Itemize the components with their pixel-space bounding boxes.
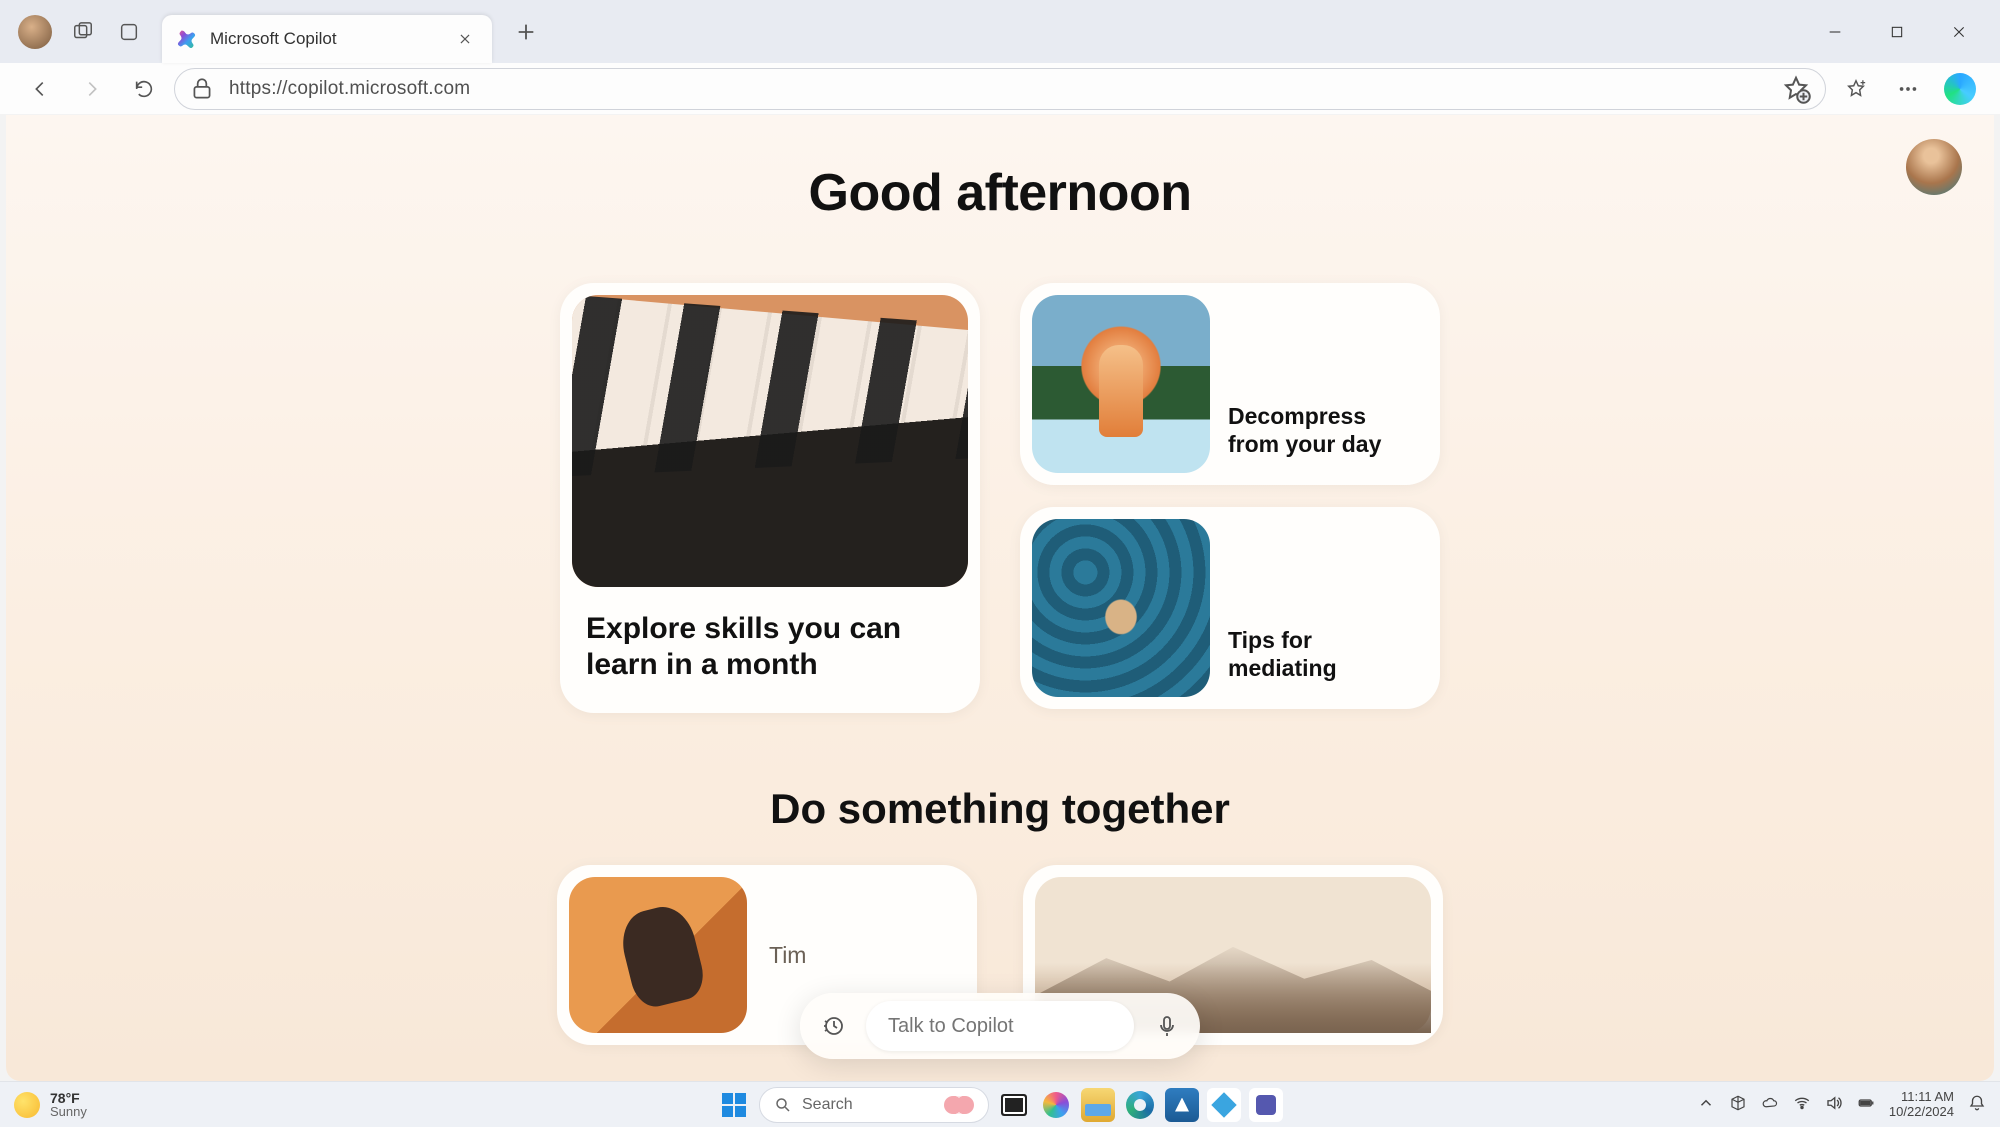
talk-to-copilot-bar	[800, 993, 1200, 1059]
page-content: Good afternoon Explore skills you can le…	[6, 115, 1994, 1081]
card-image	[572, 295, 968, 587]
card-title: Decompress from your day	[1228, 402, 1428, 474]
minimize-button[interactable]	[1804, 8, 1866, 56]
window-titlebar: Microsoft Copilot	[0, 0, 2000, 63]
card-title: Explore skills you can learn in a month	[586, 611, 958, 683]
piano-image	[572, 295, 968, 587]
runner-image	[569, 877, 747, 1033]
weather-text: 78°F Sunny	[50, 1091, 87, 1118]
browser-tab[interactable]: Microsoft Copilot	[162, 15, 492, 63]
search-highlight-icon	[944, 1096, 974, 1114]
address-bar[interactable]: https://copilot.microsoft.com	[174, 68, 1826, 110]
taskbar-copilot-button[interactable]	[1039, 1088, 1073, 1122]
account-avatar[interactable]	[1906, 139, 1962, 195]
start-button[interactable]	[717, 1088, 751, 1122]
section-title: Do something together	[6, 785, 1994, 833]
hand-water-image	[1032, 519, 1210, 697]
window-caption-buttons	[1804, 8, 1990, 56]
weather-temp: 78°F	[50, 1091, 87, 1105]
more-menu-button[interactable]	[1886, 67, 1930, 111]
browser-toolbar: https://copilot.microsoft.com	[0, 63, 2000, 115]
sun-icon	[14, 1092, 40, 1118]
system-tray: 11:11 AM 10/22/2024	[1697, 1090, 1986, 1120]
profile-avatar-small[interactable]	[18, 15, 52, 49]
windows-taskbar: 78°F Sunny Search 11:11 AM 10/22/2024	[0, 1081, 2000, 1127]
time-text: 11:11 AM	[1889, 1090, 1954, 1105]
tray-chevron-icon[interactable]	[1697, 1094, 1715, 1115]
edge-icon	[1126, 1091, 1154, 1119]
onedrive-icon[interactable]	[1761, 1094, 1779, 1115]
site-info-icon[interactable]	[189, 76, 215, 102]
small-cards-column: Decompress from your day Tips for mediat…	[1020, 283, 1440, 713]
clock[interactable]: 11:11 AM 10/22/2024	[1889, 1090, 1954, 1120]
card-mediating[interactable]: Tips for mediating	[1020, 507, 1440, 709]
close-window-button[interactable]	[1928, 8, 1990, 56]
card-decompress[interactable]: Decompress from your day	[1020, 283, 1440, 485]
talk-input[interactable]	[888, 1015, 1112, 1038]
notifications-icon[interactable]	[1968, 1094, 1986, 1115]
copilot-orb-icon	[1944, 73, 1976, 105]
file-explorer-button[interactable]	[1081, 1088, 1115, 1122]
back-button[interactable]	[18, 67, 62, 111]
favorites-button[interactable]	[1834, 67, 1878, 111]
volume-icon[interactable]	[1825, 1094, 1843, 1115]
talk-input-pill[interactable]	[866, 1001, 1134, 1051]
copilot-icon	[1043, 1092, 1069, 1118]
forward-button[interactable]	[70, 67, 114, 111]
app-diamond-button[interactable]	[1207, 1088, 1241, 1122]
popsicle-image	[1032, 295, 1210, 473]
maximize-button[interactable]	[1866, 8, 1928, 56]
tab-close-button[interactable]	[454, 28, 476, 50]
task-view-button[interactable]	[997, 1088, 1031, 1122]
card-title: Tips for mediating	[1228, 626, 1428, 698]
new-tab-button[interactable]	[506, 12, 546, 52]
tab-title: Microsoft Copilot	[210, 29, 454, 49]
url-text: https://copilot.microsoft.com	[229, 78, 1767, 100]
microphone-button[interactable]	[1144, 1003, 1190, 1049]
wifi-icon[interactable]	[1793, 1094, 1811, 1115]
microsoft-store-button[interactable]	[1165, 1088, 1199, 1122]
date-text: 10/22/2024	[1889, 1105, 1954, 1120]
search-placeholder: Search	[802, 1096, 853, 1114]
tray-cube-icon[interactable]	[1729, 1094, 1747, 1115]
battery-icon[interactable]	[1857, 1094, 1875, 1115]
taskbar-search[interactable]: Search	[759, 1087, 989, 1123]
edge-button[interactable]	[1123, 1088, 1157, 1122]
workspaces-icon[interactable]	[60, 9, 106, 55]
search-icon	[774, 1096, 792, 1114]
copilot-favicon-icon	[176, 28, 198, 50]
refresh-button[interactable]	[122, 67, 166, 111]
weather-widget[interactable]: 78°F Sunny	[14, 1091, 87, 1118]
add-favorite-icon[interactable]	[1781, 74, 1811, 104]
greeting-heading: Good afternoon	[6, 163, 1994, 223]
card-explore-skills[interactable]: Explore skills you can learn in a month	[560, 283, 980, 713]
suggestion-cards-row: Explore skills you can learn in a month …	[6, 283, 1994, 713]
history-button[interactable]	[810, 1003, 856, 1049]
teams-button[interactable]	[1249, 1088, 1283, 1122]
weather-condition: Sunny	[50, 1105, 87, 1118]
taskbar-center: Search	[717, 1087, 1283, 1123]
card-partial-text: Tim	[769, 942, 806, 969]
tab-actions-icon[interactable]	[106, 9, 152, 55]
copilot-sidebar-button[interactable]	[1938, 67, 1982, 111]
